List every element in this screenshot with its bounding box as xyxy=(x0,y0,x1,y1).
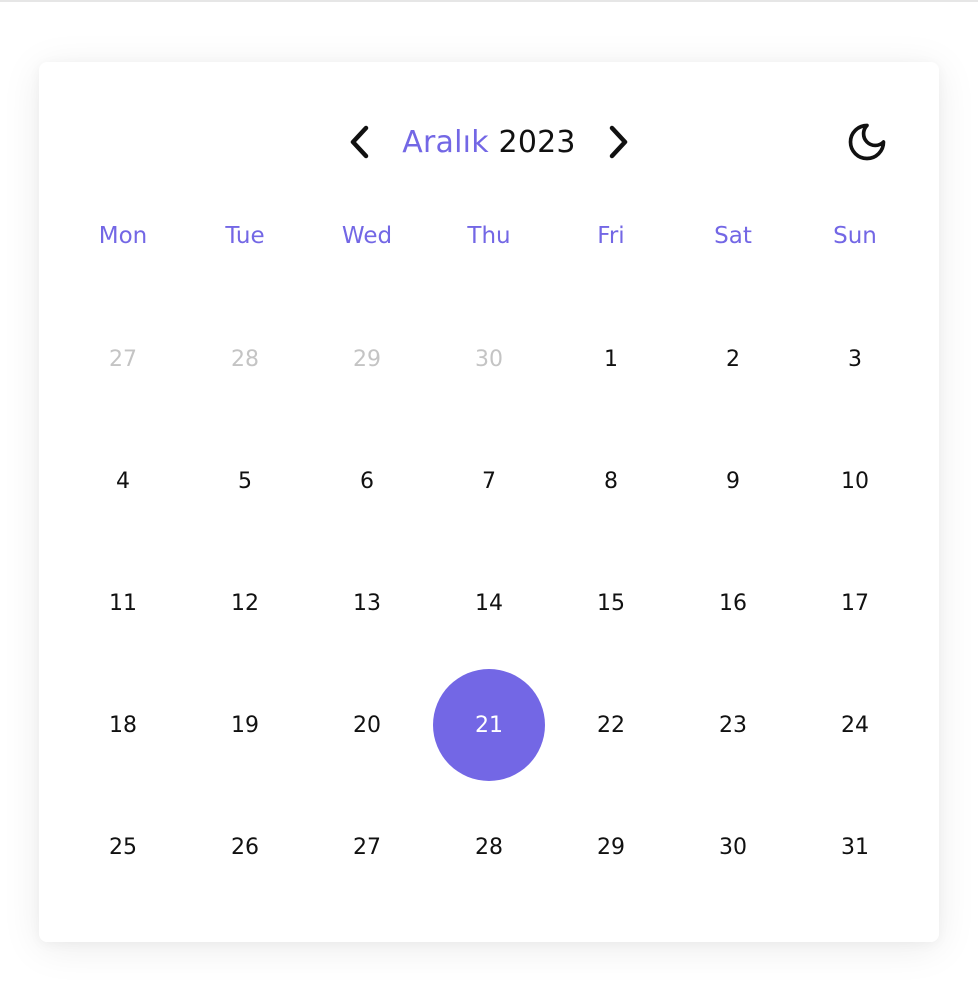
weekday-label: Fri xyxy=(597,223,625,249)
day-number: 28 xyxy=(231,346,259,372)
top-divider xyxy=(0,0,978,2)
day-number: 12 xyxy=(231,590,259,616)
day-number: 2 xyxy=(726,346,740,372)
day-cell[interactable]: 25 xyxy=(62,786,184,908)
day-number: 23 xyxy=(719,712,747,738)
day-number: 6 xyxy=(360,468,374,494)
day-number: 13 xyxy=(353,590,381,616)
day-number: 3 xyxy=(848,346,862,372)
day-number: 15 xyxy=(597,590,625,616)
theme-toggle-button[interactable] xyxy=(839,114,895,170)
day-cell[interactable]: 1 xyxy=(550,298,672,420)
day-cell[interactable]: 17 xyxy=(794,542,916,664)
day-cell[interactable]: 11 xyxy=(62,542,184,664)
day-number: 18 xyxy=(109,712,137,738)
day-cell[interactable]: 12 xyxy=(184,542,306,664)
day-cell[interactable]: 5 xyxy=(184,420,306,542)
day-cell[interactable]: 18 xyxy=(62,664,184,786)
day-number: 27 xyxy=(353,834,381,860)
day-cell[interactable]: 4 xyxy=(62,420,184,542)
next-month-button[interactable] xyxy=(598,110,638,174)
day-number: 27 xyxy=(109,346,137,372)
day-number: 30 xyxy=(475,346,503,372)
calendar-card: Aralık 2023 Mon Tue Wed Thu Fri Sat Sun 27 28 29… xyxy=(39,62,939,942)
calendar-header: Aralık 2023 xyxy=(39,110,939,174)
day-number: 25 xyxy=(109,834,137,860)
day-number: 5 xyxy=(238,468,252,494)
weekday-label: Sun xyxy=(833,223,877,249)
day-cell[interactable]: 2 xyxy=(672,298,794,420)
day-number: 17 xyxy=(841,590,869,616)
month-navigation: Aralık 2023 xyxy=(339,110,639,174)
day-cell[interactable]: 6 xyxy=(306,420,428,542)
day-number: 24 xyxy=(841,712,869,738)
day-cell[interactable]: 14 xyxy=(428,542,550,664)
month-name: Aralık xyxy=(402,124,489,160)
day-cell-other-month[interactable]: 28 xyxy=(184,298,306,420)
day-number: 28 xyxy=(475,834,503,860)
weekday-header-row: Mon Tue Wed Thu Fri Sat Sun xyxy=(62,216,916,256)
weekday-label: Mon xyxy=(98,223,148,249)
day-number: 11 xyxy=(109,590,137,616)
day-cell[interactable]: 13 xyxy=(306,542,428,664)
day-cell[interactable]: 26 xyxy=(184,786,306,908)
day-cell[interactable]: 28 xyxy=(428,786,550,908)
year-number: 2023 xyxy=(498,124,576,160)
day-cell[interactable]: 7 xyxy=(428,420,550,542)
day-number: 29 xyxy=(353,346,381,372)
day-cell[interactable]: 3 xyxy=(794,298,916,420)
day-number: 8 xyxy=(604,468,618,494)
day-cell-selected[interactable]: 21 xyxy=(428,664,550,786)
day-number: 16 xyxy=(719,590,747,616)
day-cell[interactable]: 24 xyxy=(794,664,916,786)
day-number: 21 xyxy=(433,669,545,781)
day-cell[interactable]: 9 xyxy=(672,420,794,542)
day-number: 4 xyxy=(116,468,130,494)
day-number: 31 xyxy=(841,834,869,860)
day-cell[interactable]: 29 xyxy=(550,786,672,908)
day-number: 14 xyxy=(475,590,503,616)
chevron-left-icon xyxy=(351,125,369,159)
day-cell[interactable]: 8 xyxy=(550,420,672,542)
day-number: 26 xyxy=(231,834,259,860)
days-grid: 27 28 29 30 1 2 3 4 5 6 7 8 9 10 11 12 13 14 15 16 17 18 19 20 2… xyxy=(62,298,916,908)
day-cell[interactable]: 19 xyxy=(184,664,306,786)
day-number: 9 xyxy=(726,468,740,494)
day-number: 1 xyxy=(604,346,618,372)
day-number: 19 xyxy=(231,712,259,738)
weekday-label: Wed xyxy=(341,223,393,249)
day-cell[interactable]: 30 xyxy=(672,786,794,908)
day-cell-other-month[interactable]: 29 xyxy=(306,298,428,420)
weekday-label: Tue xyxy=(225,223,265,249)
day-number: 29 xyxy=(597,834,625,860)
month-year-label[interactable]: Aralık 2023 xyxy=(402,125,575,160)
day-number: 20 xyxy=(353,712,381,738)
day-cell[interactable]: 27 xyxy=(306,786,428,908)
weekday-label: Sat xyxy=(714,223,752,249)
weekday-label: Thu xyxy=(467,223,511,249)
day-cell[interactable]: 15 xyxy=(550,542,672,664)
day-number: 10 xyxy=(841,468,869,494)
day-number: 7 xyxy=(482,468,496,494)
day-cell[interactable]: 23 xyxy=(672,664,794,786)
day-cell[interactable]: 22 xyxy=(550,664,672,786)
day-number: 22 xyxy=(597,712,625,738)
chevron-right-icon xyxy=(609,125,627,159)
day-cell[interactable]: 10 xyxy=(794,420,916,542)
day-cell[interactable]: 20 xyxy=(306,664,428,786)
day-cell-other-month[interactable]: 30 xyxy=(428,298,550,420)
day-cell-other-month[interactable]: 27 xyxy=(62,298,184,420)
day-cell[interactable]: 16 xyxy=(672,542,794,664)
day-number: 30 xyxy=(719,834,747,860)
prev-month-button[interactable] xyxy=(340,110,380,174)
moon-icon xyxy=(848,123,886,161)
day-cell[interactable]: 31 xyxy=(794,786,916,908)
